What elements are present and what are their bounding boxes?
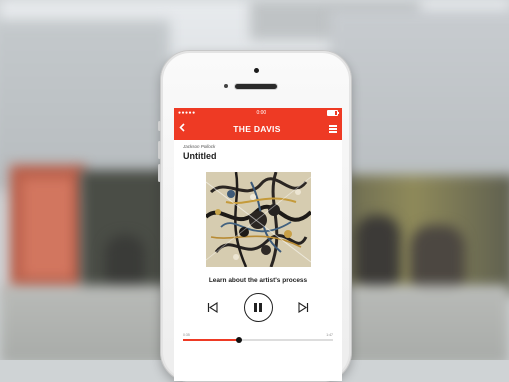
artwork-title: Untitled xyxy=(183,151,217,161)
playback-controls xyxy=(183,293,333,322)
player-content: Jackson Pollock Untitled Learn about the… xyxy=(174,140,342,343)
status-bar: ●●●●● 0:00 xyxy=(174,108,342,118)
total-duration: 1:47 xyxy=(326,333,333,337)
app-screen: ●●●●● 0:00 THE DAVIS Jackson Pollock Unt… xyxy=(174,108,342,381)
artwork-image xyxy=(205,172,311,267)
skip-forward-icon[interactable] xyxy=(297,301,311,315)
progress-fill xyxy=(183,339,239,341)
artist-name: Jackson Pollock xyxy=(183,144,216,149)
phone-device: ●●●●● 0:00 THE DAVIS Jackson Pollock Unt… xyxy=(158,50,352,382)
chevron-left-icon[interactable] xyxy=(179,123,185,135)
battery-icon xyxy=(327,110,339,116)
hamburger-menu-icon[interactable] xyxy=(328,125,337,133)
time-labels: 0:35 1:47 xyxy=(183,333,333,337)
pause-button[interactable] xyxy=(243,293,273,322)
sensor xyxy=(224,84,228,88)
status-time: 0:00 xyxy=(256,110,267,116)
signal-indicator: ●●●●● xyxy=(178,110,196,116)
pause-icon xyxy=(254,303,257,312)
page-title: THE DAVIS xyxy=(233,124,281,134)
nav-bar: THE DAVIS xyxy=(174,118,342,140)
skip-back-icon[interactable] xyxy=(206,301,220,315)
progress-bar[interactable] xyxy=(183,336,333,343)
elapsed-time: 0:35 xyxy=(183,333,190,337)
camera xyxy=(254,68,259,73)
scrubber-handle[interactable] xyxy=(235,336,242,343)
earpiece-speaker xyxy=(235,84,277,89)
learn-process-link[interactable]: Learn about the artist's process xyxy=(183,277,333,284)
